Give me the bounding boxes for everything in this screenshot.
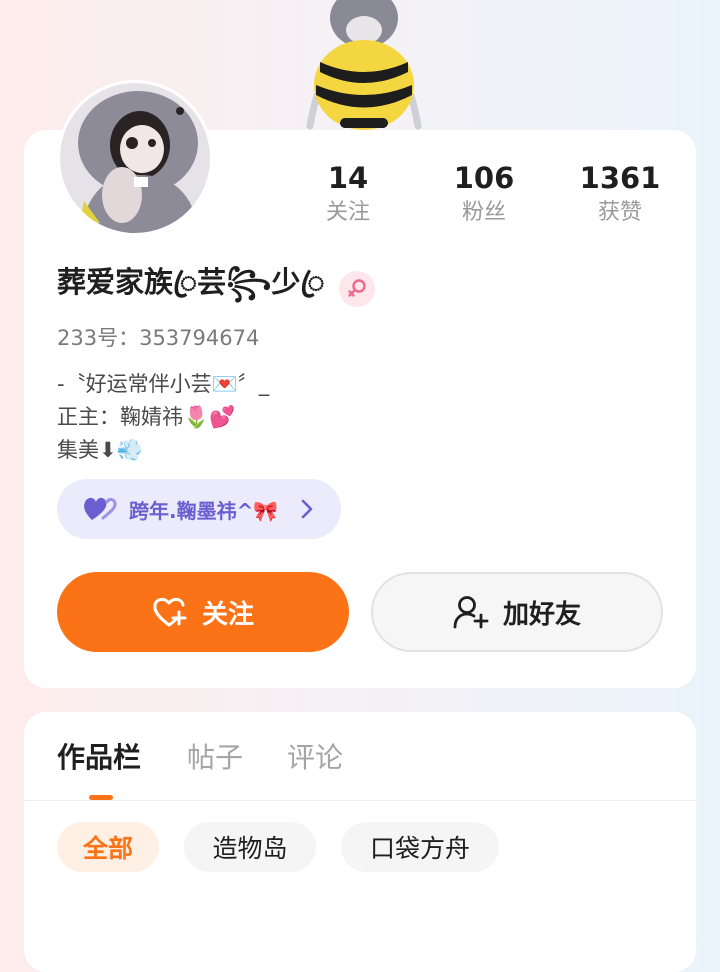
heart-plus-icon [153, 597, 187, 627]
profile-avatar[interactable] [57, 80, 213, 236]
username-row: 葬爱家族ꦿ芸꧂少ꦿ [57, 265, 375, 310]
stat-likes[interactable]: 1361 获赞 [552, 160, 688, 230]
person-plus-icon [453, 596, 489, 629]
stat-following-value: 14 [327, 161, 369, 195]
banner-character-image [280, 0, 440, 140]
gender-female-icon [338, 271, 375, 307]
filter-all[interactable]: 全部 [57, 822, 159, 872]
follow-button-label: 关注 [201, 599, 254, 630]
profile-tag-pill[interactable]: 跨年.鞠墨祎^🎀 [57, 479, 341, 539]
stat-following[interactable]: 14 关注 [280, 160, 416, 230]
tab-comments[interactable]: 评论 [287, 736, 343, 776]
tab-works[interactable]: 作品栏 [57, 736, 141, 776]
chevron-right-icon [301, 499, 313, 519]
add-friend-button[interactable]: 加好友 [371, 572, 663, 652]
filter-pocket-ark[interactable]: 口袋方舟 [341, 822, 499, 872]
bio-line: 正主：鞠婧祎🌷💕 [57, 405, 236, 429]
tab-divider [24, 800, 696, 801]
stat-followers[interactable]: 106 粉丝 [416, 160, 552, 230]
add-friend-button-label: 加好友 [502, 599, 581, 630]
stat-followers-label: 粉丝 [461, 200, 506, 225]
bio-line: 集美⬇💨 [57, 438, 143, 462]
username: 葬爱家族ꦿ芸꧂少ꦿ [57, 265, 325, 299]
profile-tag-text: 跨年.鞠墨祎^🎀 [129, 498, 279, 523]
tab-posts[interactable]: 帖子 [187, 736, 243, 776]
bio-line: -〝好运常伴小芸💌〞_ [57, 372, 270, 396]
stat-followers-value: 106 [453, 161, 515, 195]
follow-button[interactable]: 关注 [57, 572, 349, 652]
stat-likes-label: 获赞 [597, 200, 642, 225]
purple-heart-icon [84, 497, 117, 520]
profile-bio: -〝好运常伴小芸💌〞_ 正主：鞠婧祎🌷💕 集美⬇💨 [57, 368, 269, 467]
filter-creation-island[interactable]: 造物岛 [184, 822, 316, 872]
profile-stats: 14 关注 106 粉丝 1361 获赞 [280, 160, 688, 240]
stat-likes-value: 1361 [579, 161, 661, 195]
user-id: 233号：353794674 [57, 326, 260, 350]
stat-following-label: 关注 [325, 200, 370, 225]
